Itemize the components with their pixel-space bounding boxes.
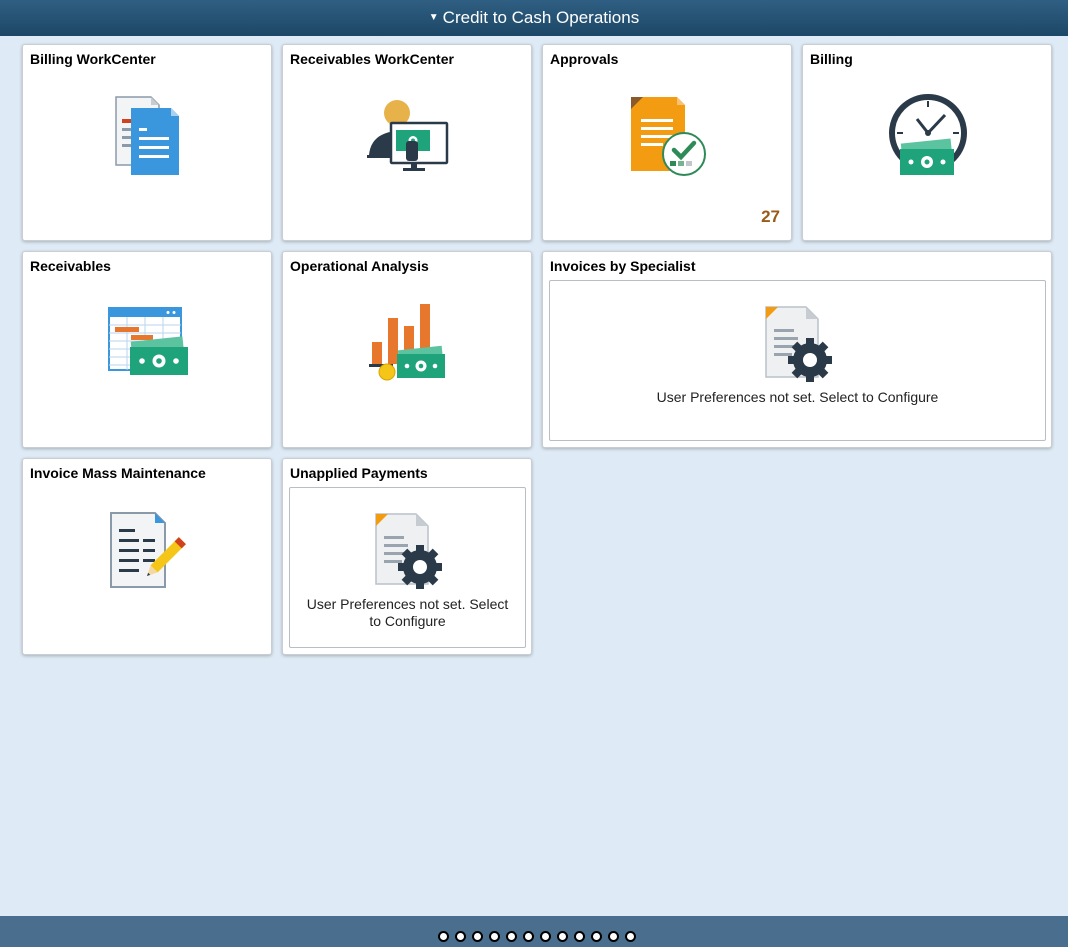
tile-title: Approvals [550, 51, 619, 67]
page-dot[interactable] [506, 931, 517, 942]
tile-title: Invoices by Specialist [550, 258, 696, 274]
page-dot[interactable] [523, 931, 534, 942]
tile-approvals[interactable]: Approvals 27 [542, 44, 792, 241]
person-monitor-icon [367, 100, 449, 171]
configure-preferences-panel[interactable]: User Preferences not set. Select to Conf… [289, 487, 526, 648]
tile-title: Billing [810, 51, 853, 67]
tile-title: Receivables [30, 258, 111, 274]
tile-receivables-workcenter[interactable]: Receivables WorkCenter [282, 44, 532, 241]
tile-billing[interactable]: Billing [802, 44, 1052, 241]
tile-title: Unapplied Payments [290, 465, 428, 481]
page-indicator [438, 931, 642, 942]
spreadsheet-money-icon [108, 307, 188, 375]
tile-title: Receivables WorkCenter [290, 51, 454, 67]
configure-message-line2: to Configure [369, 613, 446, 629]
page-header: ▼ Credit to Cash Operations [0, 0, 1068, 36]
tile-unapplied-payments[interactable]: Unapplied Payments User Preferences not … [282, 458, 532, 655]
page-dot[interactable] [472, 931, 483, 942]
page-dot[interactable] [625, 931, 636, 942]
approved-document-icon [631, 97, 706, 176]
configure-preferences-panel[interactable]: User Preferences not set. Select to Conf… [549, 280, 1046, 441]
page-dot[interactable] [489, 931, 500, 942]
page-dot[interactable] [455, 931, 466, 942]
caret-down-icon: ▼ [428, 11, 439, 23]
page-dot[interactable] [574, 931, 585, 942]
bar-chart-money-icon [369, 304, 445, 381]
configure-message: User Preferences not set. Select to Conf… [656, 389, 939, 405]
document-gear-icon [375, 513, 442, 589]
tile-invoices-by-specialist[interactable]: Invoices by Specialist User Preferences … [542, 251, 1052, 448]
tile-title: Operational Analysis [290, 258, 429, 274]
page-dot[interactable] [540, 931, 551, 942]
configure-message-line1: User Preferences not set. Select [306, 596, 509, 612]
tile-title: Invoice Mass Maintenance [30, 465, 206, 481]
tile-title: Billing WorkCenter [30, 51, 156, 67]
tile-operational-analysis[interactable]: Operational Analysis [282, 251, 532, 448]
tile-invoice-mass-maintenance[interactable]: Invoice Mass Maintenance [22, 458, 272, 655]
page-title: Credit to Cash Operations [442, 8, 640, 27]
page-dot[interactable] [591, 931, 602, 942]
page-dot[interactable] [438, 931, 449, 942]
page-dot[interactable] [608, 931, 619, 942]
approvals-count-badge: 27 [761, 207, 780, 226]
document-gear-icon [765, 306, 832, 382]
clock-money-icon [889, 94, 967, 175]
page-dot[interactable] [557, 931, 568, 942]
document-pencil-icon [110, 512, 186, 588]
homepage-selector[interactable]: ▼ Credit to Cash Operations [429, 8, 639, 28]
tile-billing-workcenter[interactable]: Billing WorkCenter [22, 44, 272, 241]
tile-receivables[interactable]: Receivables [22, 251, 272, 448]
documents-icon [115, 96, 179, 175]
